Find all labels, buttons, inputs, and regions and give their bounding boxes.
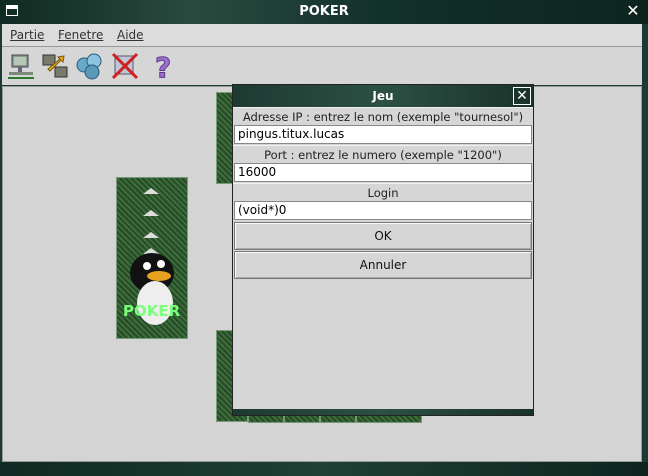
menu-aide[interactable]: Aide — [117, 28, 144, 42]
window-title: POKER — [299, 4, 349, 19]
penguin-icon: POKER — [123, 188, 181, 325]
exchange-icon[interactable] — [40, 51, 70, 81]
dialog-title: Jeu — [372, 89, 394, 103]
status-bar — [0, 462, 648, 476]
disconnect-icon[interactable] — [110, 51, 140, 81]
login-field[interactable]: (void*)0 — [234, 201, 532, 220]
ip-field[interactable]: pingus.titux.lucas — [234, 125, 532, 144]
menu-partie[interactable]: Partie — [10, 28, 44, 42]
menu-fenetre[interactable]: Fenetre — [58, 28, 103, 42]
help-icon[interactable]: ? — [148, 51, 178, 81]
connection-dialog: Jeu ✕ Adresse IP : entrez le nom (exempl… — [232, 84, 534, 416]
window-titlebar[interactable]: POKER ✕ — [0, 0, 648, 24]
dialog-border — [233, 409, 533, 415]
port-field[interactable]: 16000 — [234, 163, 532, 182]
svg-text:?: ? — [155, 51, 171, 81]
card-brand: POKER — [123, 302, 181, 320]
cancel-button[interactable]: Annuler — [234, 251, 532, 279]
card-stack[interactable]: POKER — [116, 177, 188, 339]
dialog-body — [233, 281, 533, 411]
menu-bar: Partie Fenetre Aide — [2, 24, 642, 47]
dialog-titlebar[interactable]: Jeu ✕ — [233, 85, 533, 107]
ok-button[interactable]: OK — [234, 222, 532, 250]
network-icon[interactable] — [6, 51, 36, 81]
port-label: Port : entrez le numero (exemple "1200") — [233, 145, 533, 163]
dialog-close-icon[interactable]: ✕ — [513, 87, 531, 105]
players-icon[interactable] — [74, 51, 104, 81]
login-label: Login — [233, 183, 533, 201]
window-close-icon[interactable]: ✕ — [624, 2, 642, 20]
ip-label: Adresse IP : entrez le nom (exemple "tou… — [233, 107, 533, 125]
toolbar: ? — [2, 47, 642, 85]
